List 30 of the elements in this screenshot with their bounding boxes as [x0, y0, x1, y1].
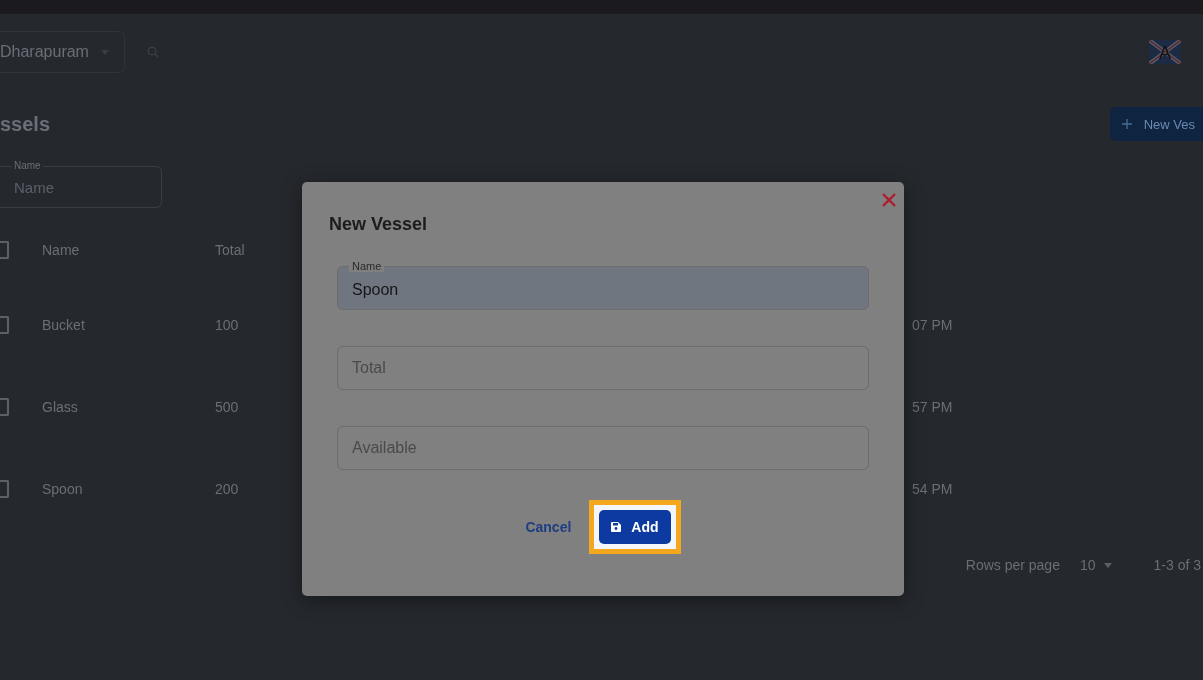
- add-button[interactable]: Add: [599, 510, 671, 544]
- location-select[interactable]: Dharapuram: [0, 31, 125, 73]
- field-label: Name: [349, 260, 385, 272]
- table-cell-text: Glass: [42, 399, 79, 415]
- row-checkbox[interactable]: [0, 316, 9, 334]
- rows-per-page-label: Rows per page: [965, 557, 1060, 573]
- table-cell-text: 100: [215, 317, 240, 333]
- page-title: ssels: [0, 112, 51, 136]
- table-cell-text: Bucket: [42, 317, 86, 333]
- rows-per-page-select[interactable]: 10: [1079, 557, 1112, 573]
- page-range: 1-3 of 3: [1153, 557, 1201, 573]
- field-label: Name: [12, 160, 43, 172]
- select-all-checkbox[interactable]: [0, 241, 9, 259]
- new-vessel-button[interactable]: New Ves: [1109, 107, 1203, 141]
- close-icon[interactable]: [882, 193, 896, 207]
- table-cell-text: 200: [215, 481, 240, 497]
- cancel-button[interactable]: Cancel: [525, 513, 572, 541]
- table-cell-text: 500: [215, 399, 240, 415]
- dialog-title: New Vessel: [329, 213, 428, 235]
- table-cell-text: 57 PM: [912, 399, 954, 415]
- row-checkbox[interactable]: [0, 480, 9, 498]
- plus-icon: [1121, 119, 1132, 129]
- table-cell-text: 07 PM: [912, 317, 954, 333]
- column-header: Name: [42, 242, 81, 258]
- column-header: Total: [215, 242, 246, 258]
- table-cell-text: 54 PM: [912, 481, 954, 497]
- table-cell-text: Spoon: [42, 481, 84, 497]
- caret-icon: [1103, 562, 1112, 568]
- save-icon: [611, 522, 622, 532]
- row-checkbox[interactable]: [0, 398, 9, 416]
